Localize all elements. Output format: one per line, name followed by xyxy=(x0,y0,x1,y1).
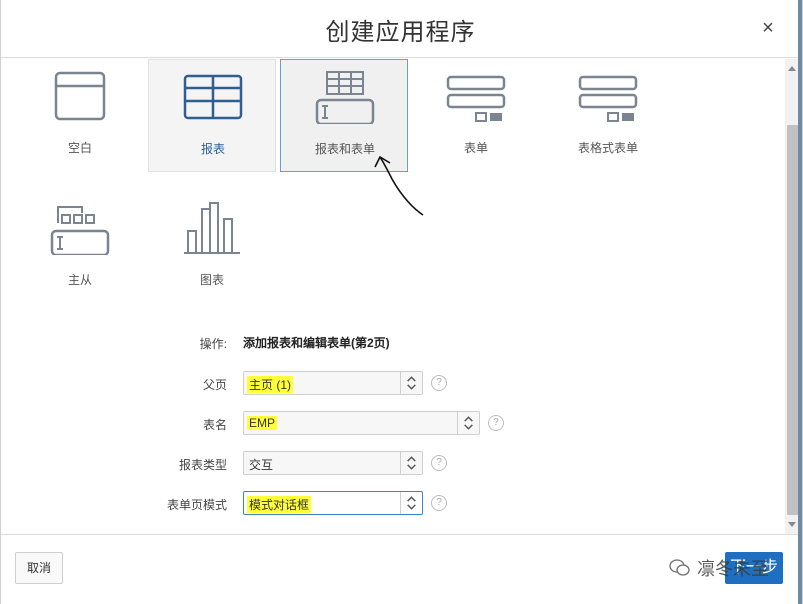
dialog-title: 创建应用程序 xyxy=(325,19,476,46)
window-right-edge xyxy=(798,0,802,604)
report-type-select[interactable]: 交互 xyxy=(243,451,423,475)
table-name-value: EMP xyxy=(247,416,278,430)
form-icon xyxy=(446,75,506,122)
watermark: 凛冬未至 xyxy=(669,555,769,581)
action-label: 操作: xyxy=(199,337,227,351)
parent-page-select[interactable]: 主页 (1) xyxy=(243,371,423,395)
tile-report[interactable]: 报表 xyxy=(148,59,276,172)
chevron-updown-icon xyxy=(400,372,416,394)
action-value: 添加报表和编辑表单(第2页) xyxy=(243,336,390,350)
annotation-arrow xyxy=(374,155,424,216)
cancel-button[interactable]: 取消 xyxy=(15,552,63,584)
chevron-updown-icon xyxy=(457,412,473,434)
tile-label: 图表 xyxy=(199,273,224,287)
blank-page-icon xyxy=(54,71,106,121)
tabular-form-icon xyxy=(578,75,638,122)
form-row-table-name: 表名 EMP ? xyxy=(1,411,784,437)
parent-page-label: 父页 xyxy=(202,378,227,392)
tile-label: 空白 xyxy=(67,141,92,155)
close-icon[interactable]: × xyxy=(758,18,778,38)
form-row-form-page-mode: 表单页模式 模式对话框 ? xyxy=(1,491,784,517)
help-icon[interactable]: ? xyxy=(488,415,504,431)
scroll-thumb[interactable] xyxy=(787,125,798,515)
table-name-select[interactable]: EMP xyxy=(243,411,480,435)
dialog-header: 创建应用程序 × xyxy=(1,0,800,58)
scroll-up-arrow-icon[interactable] xyxy=(788,66,796,71)
tile-blank[interactable]: 空白 xyxy=(16,59,144,171)
form-page-mode-select[interactable]: 模式对话框 xyxy=(243,491,423,515)
tile-label: 表格式表单 xyxy=(577,141,638,155)
table-name-label: 表名 xyxy=(202,418,227,432)
form-page-mode-label: 表单页模式 xyxy=(166,498,227,512)
tile-chart[interactable]: 图表 xyxy=(148,191,276,303)
report-and-form-icon xyxy=(315,71,375,124)
create-application-dialog: 创建应用程序 × 空白 报表 报表和表单 表单 表格式表单 主从 图表 操作: … xyxy=(0,0,803,604)
tile-master-detail[interactable]: 主从 xyxy=(16,191,144,303)
dialog-body: 空白 报表 报表和表单 表单 表格式表单 主从 图表 操作: 添加报表和编辑表单… xyxy=(1,59,784,534)
help-icon[interactable]: ? xyxy=(431,455,447,471)
master-detail-icon xyxy=(50,206,110,255)
tile-tabular-form[interactable]: 表格式表单 xyxy=(544,59,672,171)
chevron-updown-icon xyxy=(400,452,416,474)
form-row-parent-page: 父页 主页 (1) ? xyxy=(1,371,784,397)
dialog-footer: 取消 下一步 凛冬未至 xyxy=(1,534,800,604)
tile-label: 主从 xyxy=(67,273,92,287)
help-icon[interactable]: ? xyxy=(431,375,447,391)
form-row-report-type: 报表类型 交互 ? xyxy=(1,451,784,477)
chevron-updown-icon xyxy=(400,492,416,514)
report-type-label: 报表类型 xyxy=(178,458,227,472)
scroll-down-arrow-icon[interactable] xyxy=(788,522,796,527)
help-icon[interactable]: ? xyxy=(431,495,447,511)
form-row-action: 操作: 添加报表和编辑表单(第2页) xyxy=(1,330,784,356)
watermark-text: 凛冬未至 xyxy=(697,559,769,579)
report-grid-icon xyxy=(183,74,243,120)
report-type-value: 交互 xyxy=(249,458,274,472)
tile-label: 报表 xyxy=(200,142,225,156)
bar-chart-icon xyxy=(184,202,240,254)
wechat-icon xyxy=(669,559,690,576)
parent-page-value: 主页 (1) xyxy=(247,376,294,393)
form-page-mode-value: 模式对话框 xyxy=(247,496,312,513)
